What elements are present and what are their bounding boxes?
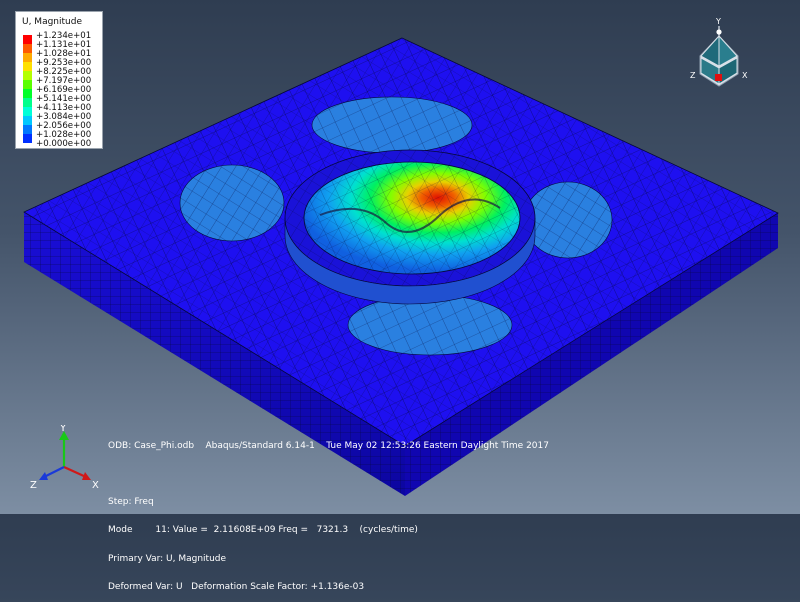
- legend-labels: +1.234e+01 +1.131e+01 +1.028e+01 +9.253e…: [36, 32, 102, 149]
- legend-swatch: [23, 44, 32, 53]
- triad-y-label: Y: [59, 425, 67, 434]
- step-info-line: Step: Freq: [108, 497, 154, 508]
- legend-swatch: [23, 71, 32, 80]
- legend-color-bar: [23, 35, 32, 143]
- view-cube-origin-marker: [715, 74, 722, 81]
- legend-swatch: [23, 53, 32, 62]
- coordinate-triad: Y X Z: [30, 425, 99, 491]
- legend-swatch: [23, 107, 32, 116]
- contour-legend: U, Magnitude +1.234e+01 +1.131e+01 +1.02…: [15, 11, 103, 149]
- z-axis-line: [43, 466, 65, 478]
- legend-swatch: [23, 125, 32, 134]
- legend-swatch: [23, 134, 32, 143]
- legend-swatch: [23, 62, 32, 71]
- info-spacer: [108, 470, 549, 479]
- deformed-var-line: Deformed Var: U Deformation Scale Factor…: [108, 581, 365, 592]
- patch-top-mesh: [312, 97, 472, 153]
- legend-label: +0.000e+00: [36, 139, 92, 149]
- triad-x-label: X: [92, 480, 99, 491]
- legend-swatch: [23, 116, 32, 125]
- legend-swatch: [23, 89, 32, 98]
- viewport-info-block: ODB: Case_Phi.odb Abaqus/Standard 6.14-1…: [108, 423, 549, 602]
- odb-info-line: ODB: Case_Phi.odb Abaqus/Standard 6.14-1…: [108, 440, 549, 451]
- view-cube-icon[interactable]: Y Z X: [686, 16, 756, 96]
- patch-left-mesh: [180, 165, 284, 241]
- view-cube-z-label: Z: [690, 71, 696, 80]
- triad-z-label: Z: [30, 480, 37, 491]
- legend-swatch: [23, 35, 32, 44]
- legend-swatch: [23, 80, 32, 89]
- view-cube-top-dot: [716, 29, 722, 35]
- x-axis-line: [63, 465, 87, 479]
- patch-right-mesh: [524, 182, 612, 258]
- legend-swatch: [23, 98, 32, 107]
- patch-bottom-mesh: [348, 295, 512, 355]
- mode-shape-mesh-2: [304, 162, 520, 274]
- legend-title: U, Magnitude: [22, 17, 82, 27]
- mode-info-line: Mode 11: Value = 2.11608E+09 Freq = 7321…: [108, 525, 418, 536]
- view-cube-x-label: X: [742, 71, 748, 80]
- view-cube-y-label: Y: [715, 17, 721, 26]
- primary-var-line: Primary Var: U, Magnitude: [108, 553, 227, 564]
